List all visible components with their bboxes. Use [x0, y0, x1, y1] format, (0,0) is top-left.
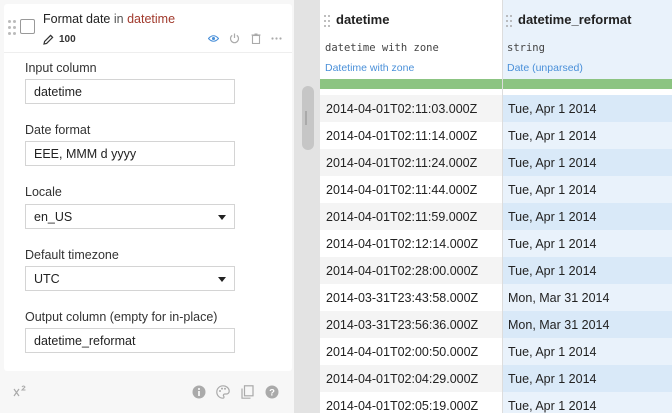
step-checkbox[interactable] — [20, 19, 35, 34]
pencil-icon[interactable] — [43, 34, 54, 45]
table-row: 2014-03-31T23:56:36.000Z Mon, Mar 31 201… — [320, 311, 672, 338]
table-row: 2014-04-01T02:11:24.000Z Tue, Apr 1 2014 — [320, 149, 672, 176]
column-name: datetime_reformat — [518, 12, 632, 27]
more-icon[interactable] — [271, 33, 282, 44]
copy-icon[interactable] — [240, 384, 255, 399]
validity-bar — [502, 79, 672, 89]
table-row: 2014-03-31T23:43:58.000Z Mon, Mar 31 201… — [320, 284, 672, 311]
step-title-in: in — [110, 12, 128, 26]
table-cell[interactable]: Mon, Mar 31 2014 — [502, 284, 672, 311]
date-format-field[interactable]: EEE, MMM d yyyy — [25, 141, 235, 166]
table-cell[interactable]: 2014-04-01T02:11:59.000Z — [320, 203, 502, 230]
timezone-label: Default timezone — [25, 248, 119, 262]
table-row: 2014-04-01T02:28:00.000Z Tue, Apr 1 2014 — [320, 257, 672, 284]
table-cell[interactable]: 2014-04-01T02:11:44.000Z — [320, 176, 502, 203]
table-row: 2014-04-01T02:05:19.000Z Tue, Apr 1 2014 — [320, 392, 672, 413]
step-column-name: datetime — [127, 12, 176, 26]
table-row: 2014-04-01T02:12:14.000Z Tue, Apr 1 2014 — [320, 230, 672, 257]
step-count: 100 — [59, 34, 76, 45]
column-name: datetime — [336, 12, 390, 27]
table-row: 2014-04-01T02:11:59.000Z Tue, Apr 1 2014 — [320, 203, 672, 230]
svg-text:?: ? — [269, 387, 275, 398]
table-cell[interactable]: Tue, Apr 1 2014 — [502, 365, 672, 392]
step-processor-name: Format date — [43, 12, 111, 26]
table-cell[interactable]: Tue, Apr 1 2014 — [502, 230, 672, 257]
caret-down-icon — [218, 277, 226, 282]
table-cell[interactable]: Tue, Apr 1 2014 — [502, 95, 672, 122]
column-storage-type: string — [507, 42, 545, 54]
table-row: 2014-04-01T02:00:50.000Z Tue, Apr 1 2014 — [320, 338, 672, 365]
table-cell[interactable]: Tue, Apr 1 2014 — [502, 392, 672, 413]
input-column-label: Input column — [25, 61, 97, 75]
column-divider — [502, 0, 503, 413]
table-cell[interactable]: 2014-03-31T23:43:58.000Z — [320, 284, 502, 311]
data-table: datetime datetime with zone Datetime wit… — [320, 0, 672, 413]
table-cell[interactable]: 2014-04-01T02:28:00.000Z — [320, 257, 502, 284]
info-icon[interactable] — [191, 384, 206, 399]
palette-icon[interactable] — [215, 384, 230, 399]
column-drag-icon[interactable] — [324, 15, 330, 27]
power-icon[interactable] — [229, 33, 240, 44]
column-header-datetime[interactable]: datetime datetime with zone Datetime wit… — [320, 0, 502, 80]
step-header-actions — [208, 33, 282, 44]
output-column-label: Output column (empty for in-place) — [25, 310, 218, 324]
column-meaning[interactable]: Date (unparsed) — [507, 62, 583, 74]
table-cell[interactable]: 2014-04-01T02:04:29.000Z — [320, 365, 502, 392]
step-title: Format date in datetime — [43, 12, 175, 26]
locale-label: Locale — [25, 185, 62, 199]
step-header-divider — [4, 52, 292, 53]
table-row: 2014-04-01T02:04:29.000Z Tue, Apr 1 2014 — [320, 365, 672, 392]
drag-handle-icon[interactable] — [8, 20, 18, 36]
column-drag-icon[interactable] — [506, 15, 512, 27]
locale-value: en_US — [34, 210, 73, 224]
column-storage-type: datetime with zone — [325, 42, 439, 54]
table-cell[interactable]: Mon, Mar 31 2014 — [502, 311, 672, 338]
validity-bar — [320, 79, 502, 89]
table-row: 2014-04-01T02:11:03.000Z Tue, Apr 1 2014 — [320, 95, 672, 122]
table-cell[interactable]: 2014-03-31T23:56:36.000Z — [320, 311, 502, 338]
trash-icon[interactable] — [250, 33, 261, 44]
table-cell[interactable]: Tue, Apr 1 2014 — [502, 257, 672, 284]
locale-select[interactable]: en_US — [25, 204, 235, 229]
eye-icon[interactable] — [208, 33, 219, 44]
table-cell[interactable]: Tue, Apr 1 2014 — [502, 203, 672, 230]
date-format-label: Date format — [25, 123, 91, 137]
table-row: 2014-04-01T02:11:14.000Z Tue, Apr 1 2014 — [320, 122, 672, 149]
step-meta: 100 — [43, 34, 76, 45]
output-column-field[interactable]: datetime_reformat — [25, 328, 235, 353]
table-cell[interactable]: 2014-04-01T02:11:03.000Z — [320, 95, 502, 122]
table-cell[interactable]: 2014-04-01T02:12:14.000Z — [320, 230, 502, 257]
input-column-field[interactable]: datetime — [25, 79, 235, 104]
column-meaning[interactable]: Datetime with zone — [325, 62, 414, 74]
table-cell[interactable]: Tue, Apr 1 2014 — [502, 149, 672, 176]
table-cell[interactable]: Tue, Apr 1 2014 — [502, 122, 672, 149]
table-cell[interactable]: 2014-04-01T02:00:50.000Z — [320, 338, 502, 365]
caret-down-icon — [218, 215, 226, 220]
formula-icon[interactable] — [13, 384, 28, 399]
table-row: 2014-04-01T02:11:44.000Z Tue, Apr 1 2014 — [320, 176, 672, 203]
app-root: Format date in datetime 100 Input column… — [0, 0, 672, 413]
timezone-select[interactable]: UTC — [25, 266, 235, 291]
column-header-datetime-reformat[interactable]: datetime_reformat string Date (unparsed) — [502, 0, 672, 80]
help-icon[interactable]: ? — [264, 384, 279, 399]
table-cell[interactable]: 2014-04-01T02:05:19.000Z — [320, 392, 502, 413]
table-cell[interactable]: 2014-04-01T02:11:24.000Z — [320, 149, 502, 176]
timezone-value: UTC — [34, 272, 60, 286]
splitter-grip[interactable] — [302, 86, 314, 150]
step-editor-panel: Format date in datetime 100 Input column… — [0, 0, 294, 413]
panel-splitter[interactable] — [294, 0, 320, 413]
table-cell[interactable]: Tue, Apr 1 2014 — [502, 176, 672, 203]
table-cell[interactable]: Tue, Apr 1 2014 — [502, 338, 672, 365]
table-cell[interactable]: 2014-04-01T02:11:14.000Z — [320, 122, 502, 149]
